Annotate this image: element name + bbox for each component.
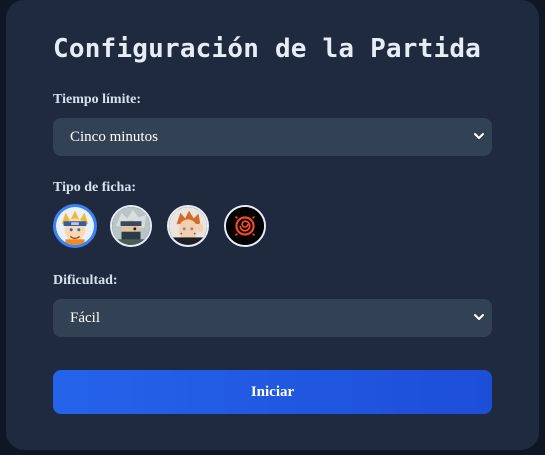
difficulty-label: Dificultad:	[53, 273, 118, 288]
time-limit-select[interactable]: Cinco minutos	[53, 118, 492, 156]
pain-avatar-icon	[169, 207, 207, 245]
spiral-symbol-icon	[226, 207, 264, 245]
page-title: Configuración de la Partida	[53, 34, 482, 64]
difficulty-value: Fácil	[70, 309, 100, 326]
time-limit-value: Cinco minutos	[70, 128, 158, 145]
naruto-avatar-icon	[56, 207, 94, 245]
game-config-card: Configuración de la Partida Tiempo límit…	[6, 0, 539, 450]
start-button[interactable]: Iniciar	[53, 370, 492, 414]
token-type-label: Tipo de ficha:	[53, 180, 136, 195]
token-option-spiral[interactable]	[224, 205, 266, 247]
page: Configuración de la Partida Tiempo límit…	[0, 0, 545, 455]
token-option-kakashi[interactable]	[110, 205, 152, 247]
time-limit-label: Tiempo límite:	[53, 92, 142, 107]
chevron-down-icon	[474, 314, 484, 320]
chevron-down-icon	[474, 133, 484, 139]
token-option-naruto[interactable]	[53, 204, 97, 248]
kakashi-avatar-icon	[112, 207, 150, 245]
difficulty-select[interactable]: Fácil	[53, 299, 492, 337]
token-option-pain[interactable]	[167, 205, 209, 247]
